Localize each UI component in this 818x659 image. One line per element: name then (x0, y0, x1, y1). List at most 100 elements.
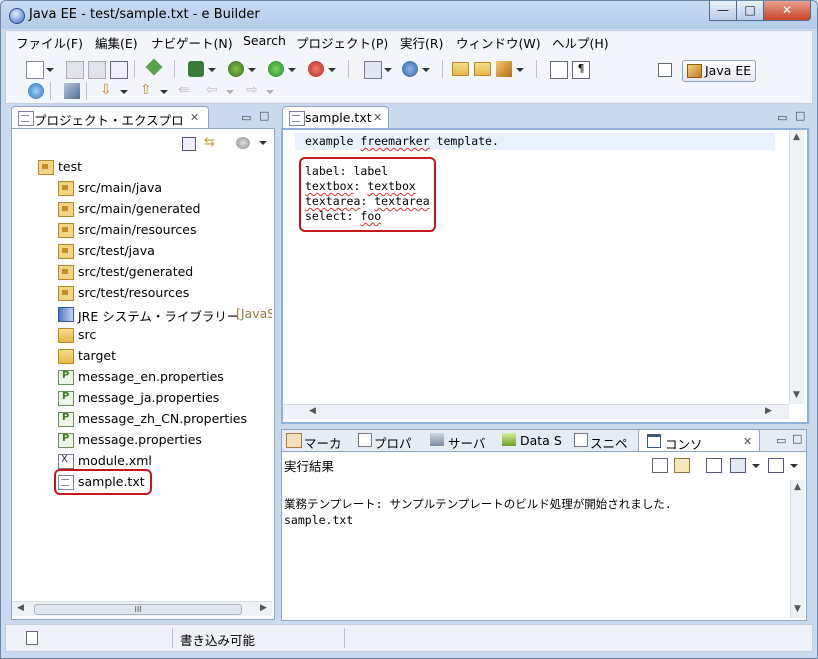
globe-icon[interactable] (28, 83, 44, 99)
menu-navigate[interactable]: ナビゲート(N) (151, 33, 233, 52)
tree-item[interactable]: message.properties (12, 430, 272, 451)
tree-item[interactable]: target (12, 346, 272, 367)
clear-console-icon[interactable] (652, 458, 668, 473)
close-editor-icon[interactable]: ✕ (373, 111, 382, 124)
previous-annotation-icon[interactable]: ⇧ (140, 83, 156, 99)
display-console-icon[interactable] (730, 458, 746, 473)
minimize-bottom-icon[interactable]: ▭ (776, 434, 786, 447)
tree-item[interactable]: message_ja.properties (12, 388, 272, 409)
open-perspective-icon[interactable] (658, 63, 672, 77)
minimize-explorer-icon[interactable]: ▭ (241, 111, 251, 124)
pin-console-icon[interactable] (706, 458, 722, 473)
collapse-all-icon[interactable] (182, 137, 196, 151)
perspective-java-ee[interactable]: Java EE (682, 60, 756, 82)
search-wand-icon[interactable] (496, 61, 512, 77)
last-edit-icon[interactable]: ⇚ (178, 83, 194, 99)
tab-properties[interactable]: プロパ (374, 433, 412, 452)
package-folder-icon (58, 202, 74, 217)
debug-icon[interactable] (228, 61, 244, 77)
new-class-icon[interactable] (402, 61, 418, 77)
maximize-explorer-icon[interactable]: □ (259, 109, 269, 122)
menu-file[interactable]: ファイル(F) (16, 33, 83, 52)
tree-item[interactable]: src/main/java (12, 178, 272, 199)
app-window: Java EE - test/sample.txt - e Builder — … (0, 0, 818, 659)
tree-item[interactable]: src (12, 325, 272, 346)
close-explorer-icon[interactable]: ✕ (190, 111, 199, 124)
print-icon[interactable] (110, 61, 128, 79)
scroll-thumb[interactable]: III (34, 604, 242, 615)
back-icon[interactable]: ⇦ (206, 83, 222, 99)
tree-item[interactable]: message_zh_CN.properties (12, 409, 272, 430)
tree-item[interactable]: JRE システム・ライブラリー [JavaS (12, 304, 272, 325)
console-vscrollbar[interactable]: ▲ ▼ (790, 480, 805, 618)
save-icon[interactable] (66, 61, 84, 79)
show-whitespace-icon[interactable]: ¶ (572, 61, 590, 79)
scroll-left-icon[interactable]: ◀ (309, 406, 316, 416)
close-button[interactable]: ✕ (763, 1, 811, 21)
scroll-lock-icon[interactable] (674, 458, 690, 473)
scroll-up-icon[interactable]: ▲ (794, 482, 801, 492)
open-resource-icon[interactable] (474, 62, 491, 76)
forward-icon[interactable]: ⇨ (246, 83, 262, 99)
external-tools-icon[interactable] (308, 61, 324, 77)
menu-project[interactable]: プロジェクト(P) (296, 33, 388, 52)
tab-console-active[interactable]: コンソ ✕ (638, 429, 760, 453)
editor-line-1[interactable]: example freemarker template. (305, 134, 499, 148)
package-folder-icon (58, 265, 74, 280)
toggle-view-icon[interactable] (550, 61, 568, 79)
open-type-icon[interactable] (145, 58, 163, 76)
console-line-2: sample.txt (284, 513, 354, 527)
run-icon[interactable] (268, 61, 284, 77)
editor-hscrollbar[interactable]: ◀ ▶ (283, 404, 789, 419)
tree-project[interactable]: test (12, 157, 272, 178)
tab-servers[interactable]: サーバ (448, 433, 485, 452)
run-server-icon[interactable] (188, 61, 204, 77)
properties-file-icon (58, 391, 74, 406)
minimize-button[interactable]: — (709, 1, 737, 21)
tab-sample-txt[interactable]: sample.txt ✕ (282, 106, 389, 129)
tree-item-label: src/test/java (78, 243, 155, 258)
new-dropdown-icon[interactable] (46, 68, 54, 72)
maximize-button[interactable]: □ (736, 1, 764, 21)
tree-item-label: src/main/java (78, 180, 163, 195)
open-perspective-tool-icon[interactable] (64, 83, 80, 99)
explorer-hscrollbar[interactable]: ◀ III ▶ (12, 601, 272, 616)
tab-project-explorer[interactable]: プロジェクト・エクスプロ ✕ (11, 106, 209, 129)
scroll-down-icon[interactable]: ▼ (793, 390, 800, 400)
tab-markers[interactable]: マーカ (304, 433, 342, 452)
menu-search[interactable]: Search (243, 33, 286, 48)
close-console-icon[interactable]: ✕ (743, 435, 752, 448)
scroll-right-icon[interactable]: ▶ (765, 406, 772, 416)
menu-run[interactable]: 実行(R) (400, 33, 443, 52)
open-console-icon[interactable] (768, 458, 784, 473)
tab-data-source[interactable]: Data S (520, 433, 562, 448)
new-icon[interactable] (26, 61, 44, 79)
new-project-icon[interactable] (364, 61, 382, 79)
explorer-tab-icon (18, 111, 34, 126)
tree-item[interactable]: src/main/resources (12, 220, 272, 241)
link-editor-icon[interactable]: ⇆ (204, 135, 220, 150)
tree-item[interactable]: src/test/generated (12, 262, 272, 283)
minimize-editor-icon[interactable]: ▭ (777, 111, 787, 124)
view-menu-icon[interactable] (236, 137, 250, 149)
maximize-bottom-icon[interactable]: □ (792, 432, 802, 445)
scroll-right-icon[interactable]: ▶ (260, 603, 267, 613)
fast-view-icon[interactable] (26, 631, 38, 645)
editor-vscrollbar[interactable]: ▲ ▼ (789, 130, 804, 404)
tree-item[interactable]: src/test/resources (12, 283, 272, 304)
scroll-left-icon[interactable]: ◀ (17, 603, 24, 613)
menu-window[interactable]: ウィンドウ(W) (456, 33, 541, 52)
next-annotation-icon[interactable]: ⇩ (100, 83, 116, 99)
scroll-up-icon[interactable]: ▲ (793, 132, 800, 142)
scroll-down-icon[interactable]: ▼ (794, 604, 801, 614)
app-icon (9, 8, 25, 24)
save-all-icon[interactable] (88, 61, 106, 79)
maximize-editor-icon[interactable]: □ (795, 109, 805, 122)
tree-item[interactable]: src/main/generated (12, 199, 272, 220)
menu-edit[interactable]: 編集(E) (95, 33, 138, 52)
tab-snippets[interactable]: スニペ (590, 433, 628, 452)
menu-help[interactable]: ヘルプ(H) (552, 33, 609, 52)
tree-item[interactable]: message_en.properties (12, 367, 272, 388)
open-folder-icon[interactable] (452, 62, 469, 76)
tree-item[interactable]: src/test/java (12, 241, 272, 262)
